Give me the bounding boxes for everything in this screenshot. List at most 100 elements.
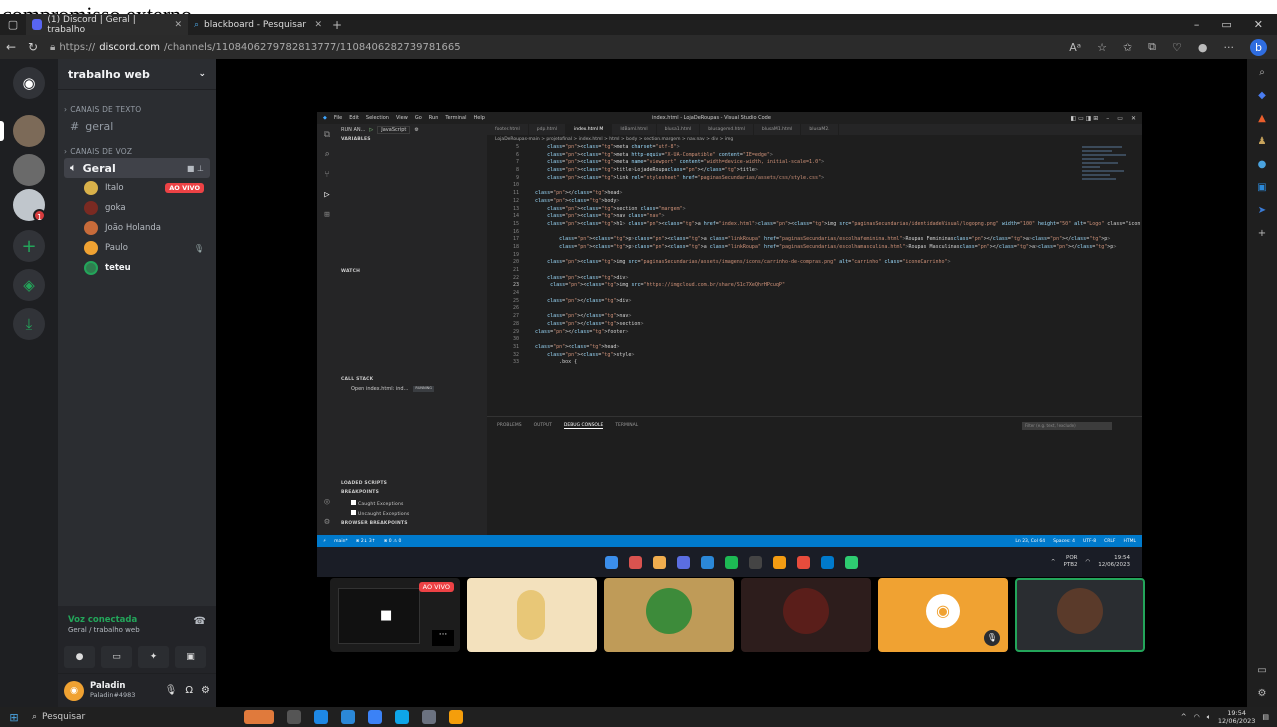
app-icon[interactable] [422, 710, 436, 724]
send-icon[interactable]: ➤ [1258, 205, 1266, 216]
favorite-icon[interactable]: ☆ [1097, 41, 1107, 54]
debug-config-select[interactable]: JavaScript [377, 126, 411, 134]
explore-icon[interactable]: ◈ [13, 269, 45, 301]
code-line[interactable]: 6 class="pn"><class="tg">meta http-equiv… [487, 152, 1142, 160]
camera-button[interactable]: ● [64, 646, 95, 668]
code-line[interactable]: 30 [487, 336, 1142, 344]
menu-run[interactable]: Run [429, 115, 439, 121]
server-icon[interactable] [13, 154, 45, 186]
app-icon[interactable] [395, 710, 409, 724]
code-line[interactable]: 23 class="pn"><class="tg">img src="https… [487, 282, 1142, 290]
section-breakpoints[interactable]: BREAKPOINTS [341, 490, 379, 495]
indent-status[interactable]: Spaces: 4 [1053, 539, 1075, 544]
server-header[interactable]: trabalho web ⌄ [58, 59, 216, 90]
encoding-status[interactable]: UTF-8 [1083, 539, 1096, 544]
voice-channel-path[interactable]: Geral / trabalho web [68, 626, 140, 634]
editor-tab[interactable]: index.html M [566, 124, 613, 135]
editor-tab[interactable]: blusaM2. [801, 124, 839, 135]
cursor-position[interactable]: Ln 23, Col 64 [1015, 539, 1045, 544]
start-debug-icon[interactable]: ▷ [369, 127, 373, 133]
call-stack-item[interactable]: Open index.html: ind... RUNNING [351, 386, 434, 392]
code-line[interactable]: 25 class="pn"></class="tg">div> [487, 298, 1142, 306]
code-line[interactable]: 22 class="pn"><class="tg">div> [487, 275, 1142, 283]
collections-icon[interactable]: ⧉ [1148, 40, 1156, 54]
menu-view[interactable]: View [396, 115, 408, 121]
minimap[interactable] [1082, 146, 1128, 226]
code-line[interactable]: 8 class="pn"><class="tg">title>LojadeRou… [487, 167, 1142, 175]
panel-tab[interactable]: DEBUG CONSOLE [563, 423, 604, 429]
more-icon[interactable]: ··· [432, 630, 454, 646]
menu-selection[interactable]: Selection [366, 115, 389, 121]
layout-icon[interactable]: ◧ ▭ ◨ ⊞ [1071, 115, 1099, 122]
debug-settings-icon[interactable]: ⚙ [414, 127, 418, 133]
network-icon[interactable]: ◠ [1194, 713, 1200, 721]
clock[interactable]: 19:54 12/06/2023 [1218, 709, 1255, 725]
code-line[interactable]: 13 class="pn"><class="tg">section class=… [487, 206, 1142, 214]
windows-start-icon[interactable]: ⊞ [0, 711, 28, 724]
participant-tile[interactable] [467, 578, 597, 652]
tab-discord[interactable]: (1) Discord | Geral | trabalho ✕ [26, 14, 188, 35]
code-line[interactable]: 16 [487, 229, 1142, 237]
app-icon[interactable] [341, 710, 355, 724]
participant-tile[interactable] [741, 578, 871, 652]
tray-chevron-icon[interactable]: ^ [1181, 713, 1187, 721]
download-icon[interactable]: ⤓ [13, 308, 45, 340]
menu-terminal[interactable]: Terminal [445, 115, 466, 121]
new-tab-button[interactable]: + [328, 18, 346, 32]
code-line[interactable]: 32 class="pn"><class="tg">style> [487, 352, 1142, 360]
voice-channel-geral[interactable]: 🔈︎ Geral ■ ⊥ [64, 158, 210, 178]
split-icon[interactable]: ▭ [1257, 665, 1266, 676]
menu-go[interactable]: Go [415, 115, 422, 121]
panel-tab[interactable]: TERMINAL [615, 423, 638, 429]
sync-status[interactable]: ⊗ 2↓ 3↑ [356, 539, 376, 544]
add-icon[interactable]: + [1258, 228, 1266, 239]
games-icon[interactable]: ♟ [1258, 136, 1267, 147]
code-line[interactable]: 21 [487, 267, 1142, 275]
search-icon[interactable]: ⌕ [324, 150, 329, 160]
editor-tab[interactable]: IdBaml.html [612, 124, 657, 135]
tab-blackboard[interactable]: ⌕ blackboard - Pesquisar ✕ [188, 14, 328, 35]
search-icon[interactable]: ⌕ [1259, 67, 1265, 78]
voice-user[interactable]: Paulo 🎙︎ [84, 238, 216, 258]
code-line[interactable]: 7 class="pn"><class="tg">meta name="view… [487, 159, 1142, 167]
soundboard-button[interactable]: ▣ [175, 646, 206, 668]
chat-icon[interactable]: ■ ⊥ [187, 164, 204, 173]
code-line[interactable]: 29 class="pn"></class="tg">footer> [487, 329, 1142, 337]
headset-icon[interactable]: Ω [185, 685, 193, 696]
code-line[interactable]: 28 class="pn"></class="tg">section> [487, 321, 1142, 329]
channel-geral-text[interactable]: # geral [64, 116, 210, 136]
favorites-icon[interactable]: ✩ [1123, 41, 1132, 54]
editor-tab[interactable]: footer.html [487, 124, 529, 135]
tools-icon[interactable]: ◆ [1258, 90, 1266, 101]
refresh-icon[interactable]: ↻ [22, 40, 44, 54]
code-editor[interactable]: 5 class="pn"><class="tg">meta charset="u… [487, 144, 1142, 416]
editor-tab[interactable]: blusa1.html [657, 124, 701, 135]
close-icon[interactable]: ✕ [1131, 115, 1136, 122]
minimize-icon[interactable]: – [1106, 115, 1109, 122]
source-control-icon[interactable]: ⑂ [324, 170, 329, 180]
stream-tile[interactable]: AO VIVO ■ ··· [330, 578, 460, 652]
section-browser-breakpoints[interactable]: BROWSER BREAKPOINTS [341, 521, 408, 526]
code-line[interactable]: 11 class="pn"></class="tg">head> [487, 190, 1142, 198]
problems-status[interactable]: ⊗ 0 ⚠ 0 [384, 539, 402, 544]
office-icon[interactable]: ● [1258, 159, 1267, 170]
editor-tab[interactable]: blusaM1.html [754, 124, 802, 135]
screen-share-button[interactable]: ▭ [101, 646, 132, 668]
profile-icon[interactable]: ● [1198, 41, 1208, 54]
participant-tile[interactable]: ◉ 🎙︎ [878, 578, 1008, 652]
participant-tile[interactable] [604, 578, 734, 652]
taskbar-search[interactable]: ⌕ Pesquisar [28, 707, 178, 727]
edge-icon[interactable] [314, 710, 328, 724]
breadcrumb[interactable]: LojaDeRoupas-main > projetofinal > index… [487, 135, 1142, 144]
branch-status[interactable]: main* [334, 539, 348, 544]
remote-icon[interactable]: ⚡ [323, 539, 326, 544]
discord-home-icon[interactable]: ◉ [13, 67, 45, 99]
code-line[interactable]: 17 class="pn"><class="tg">p>class="pn"><… [487, 236, 1142, 244]
voice-user[interactable]: goka [84, 198, 216, 218]
widgets-icon[interactable] [244, 710, 274, 724]
panel-filter-input[interactable]: Filter (e.g. text, !exclude) [1022, 422, 1112, 430]
outlook-icon[interactable]: ▣ [1257, 182, 1266, 193]
mute-icon[interactable]: 🎙︎ [165, 685, 178, 696]
server-icon[interactable] [13, 115, 45, 147]
section-watch[interactable]: WATCH [341, 269, 360, 274]
